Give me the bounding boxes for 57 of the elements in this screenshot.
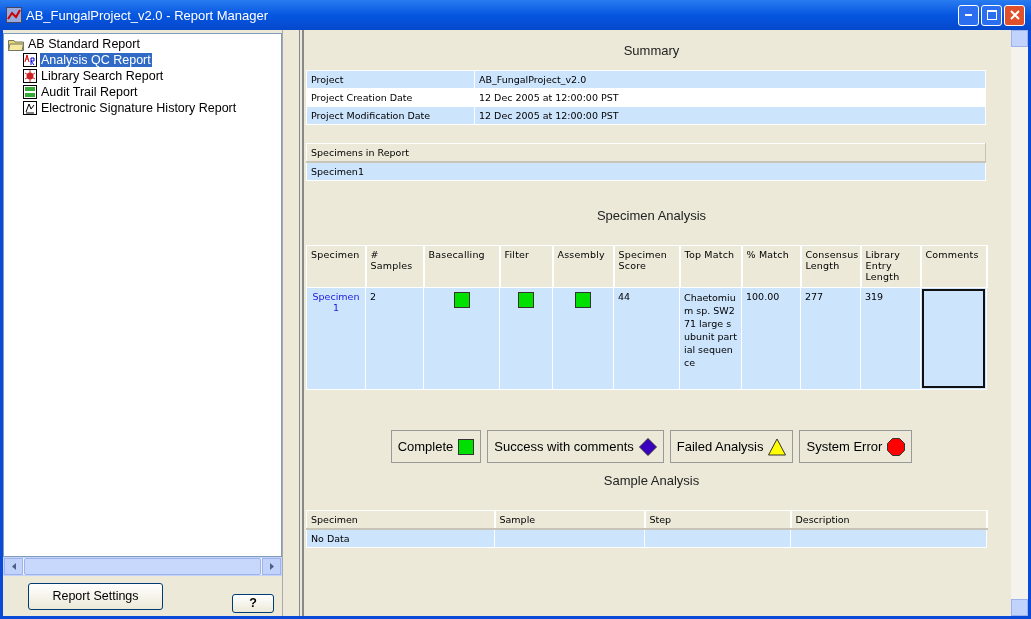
window-title: AB_FungalProject_v2.0 - Report Manager xyxy=(26,7,270,23)
report-icon xyxy=(23,53,37,67)
table-cell: AB_FungalProject_v2.0 xyxy=(474,70,986,89)
maximize-icon xyxy=(986,10,997,20)
column-header: Basecalling xyxy=(423,245,500,288)
table-cell: 44 xyxy=(613,287,680,390)
splitter[interactable] xyxy=(282,30,300,616)
vertical-scrollbar[interactable] xyxy=(1011,30,1028,616)
table-cell: 100.00 xyxy=(741,287,801,390)
legend-label: Success with comments xyxy=(494,439,634,454)
tree-item[interactable]: Library Search Report xyxy=(40,69,165,83)
section-title: Sample Analysis xyxy=(602,473,701,488)
right-arrow-icon xyxy=(269,563,274,570)
horizontal-scrollbar[interactable] xyxy=(3,557,282,576)
comments-field[interactable] xyxy=(922,289,985,388)
column-header: Step xyxy=(644,510,791,529)
legend-label: System Error xyxy=(806,439,883,454)
table-cell: Chaetomium sp. SW271 large subunit partial sequence xyxy=(679,287,742,390)
column-header: Comments xyxy=(920,245,987,288)
bug-icon xyxy=(23,69,37,83)
column-header: Description xyxy=(790,510,987,529)
legend-label: Failed Analysis xyxy=(676,439,764,454)
report-settings-button[interactable]: Report Settings xyxy=(28,582,163,610)
specimen-link[interactable]: Specimen1 xyxy=(306,287,366,390)
column-header: Specimen Score xyxy=(613,245,680,288)
table-cell: 319 xyxy=(860,287,921,390)
section-title: Specimen Analysis xyxy=(595,208,708,223)
close-button[interactable] xyxy=(1004,4,1025,26)
column-header: Top Match xyxy=(679,245,742,288)
help-button[interactable]: ? xyxy=(232,593,274,613)
legend-label: Complete xyxy=(397,439,454,454)
table-cell: Project xyxy=(306,70,475,89)
column-header: Specimens in Report xyxy=(306,143,986,162)
column-header: Library Entry Length xyxy=(860,245,921,288)
tree-item[interactable]: Audit Trail Report xyxy=(40,85,139,99)
tree-item[interactable]: Electronic Signature History Report xyxy=(40,101,238,115)
column-header: Sample xyxy=(494,510,645,529)
minimize-icon xyxy=(965,14,972,16)
document-icon xyxy=(23,85,37,99)
column-header: % Match xyxy=(741,245,801,288)
signature-icon xyxy=(23,101,37,115)
column-header: Specimen xyxy=(306,245,366,288)
column-header: # Samples xyxy=(365,245,424,288)
minimize-button[interactable] xyxy=(958,4,979,26)
column-header: Consensus Length xyxy=(800,245,861,288)
table-cell: 277 xyxy=(800,287,861,390)
app-icon xyxy=(6,7,22,23)
maximize-button[interactable] xyxy=(981,4,1002,26)
column-header: Specimen xyxy=(306,510,495,529)
section-title: Summary xyxy=(622,43,681,58)
tree-item[interactable]: Analysis QC Report xyxy=(40,53,152,67)
tree-item[interactable]: AB Standard Report xyxy=(27,37,141,51)
close-icon xyxy=(1009,10,1020,20)
column-header: Filter xyxy=(499,245,553,288)
table-cell: 2 xyxy=(365,287,424,390)
column-header: Assembly xyxy=(552,245,614,288)
left-arrow-icon xyxy=(11,563,16,570)
